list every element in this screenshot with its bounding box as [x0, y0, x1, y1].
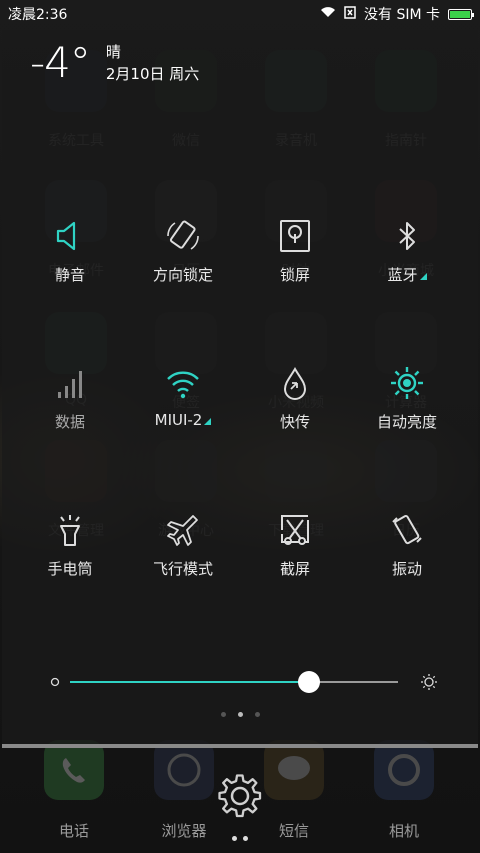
toggle-label: MIUI-2	[154, 411, 203, 429]
status-time: 凌晨2:36	[8, 7, 68, 23]
lock-screen-icon	[280, 220, 310, 252]
toggle-label: 自动亮度	[376, 413, 437, 431]
battery-icon	[448, 8, 474, 20]
toggle-label: 锁屏	[279, 266, 310, 284]
vibrate-icon	[392, 514, 422, 545]
weather-condition: 晴	[105, 42, 121, 61]
toggle-label: 静音	[54, 266, 85, 284]
toggle-mobile-data[interactable]: 数据	[15, 365, 125, 432]
auto-brightness-icon	[391, 367, 423, 399]
toggle-label: 振动	[391, 560, 422, 578]
toggle-quick-transfer[interactable]: 快传	[240, 365, 350, 432]
brightness-thumb[interactable]	[298, 671, 321, 693]
more-options-icon	[204, 418, 212, 425]
browser-icon	[154, 740, 214, 800]
quick-transfer-icon	[283, 367, 307, 400]
panel-page-indicator	[0, 702, 480, 721]
page-dot	[243, 836, 248, 841]
rotation-lock-icon	[167, 220, 199, 250]
toggle-label: 飞行模式	[152, 560, 213, 578]
page-dot	[220, 712, 226, 717]
toggle-label: 手电筒	[47, 560, 93, 578]
flashlight-icon	[60, 515, 80, 546]
toggle-bluetooth[interactable]: 蓝牙	[352, 218, 462, 285]
speaker-mute-icon	[56, 221, 76, 251]
toggle-flashlight[interactable]: 手电筒	[15, 512, 125, 579]
page-dot	[232, 836, 237, 841]
toggle-label: 快传	[279, 413, 310, 431]
phone-icon	[44, 740, 104, 800]
weather-date: 2月10日 周六	[105, 64, 200, 83]
toggle-label: 数据	[54, 413, 85, 431]
sms-icon	[264, 740, 324, 800]
brightness-slider[interactable]	[48, 670, 438, 694]
toggle-mute[interactable]: 静音	[15, 218, 125, 285]
brightness-high-icon	[421, 674, 437, 690]
toggle-wifi[interactable]: MIUI-2	[128, 365, 238, 429]
status-bar: 凌晨2:36 没有 SIM 卡	[0, 0, 480, 28]
wifi-icon	[167, 371, 199, 399]
toggle-auto-brightness[interactable]: 自动亮度	[352, 365, 462, 432]
settings-button[interactable]	[214, 770, 266, 826]
signal-bars-icon	[58, 371, 82, 398]
brightness-track[interactable]	[70, 681, 398, 683]
more-options-icon	[419, 273, 427, 280]
toggle-rotation-lock[interactable]: 方向锁定	[128, 218, 238, 285]
toggle-vibrate[interactable]: 振动	[352, 512, 462, 579]
home-page-indicator	[0, 826, 480, 845]
gear-icon	[218, 774, 262, 818]
toggle-screenshot[interactable]: 截屏	[240, 512, 350, 579]
weather-widget[interactable]: -4° 晴 2月10日 周六	[30, 38, 199, 87]
toggle-label: 蓝牙	[387, 266, 418, 284]
toggle-label: 截屏	[279, 560, 310, 578]
brightness-low-icon	[50, 677, 60, 687]
no-sim-icon	[344, 5, 356, 23]
bluetooth-icon	[399, 222, 415, 250]
page-dot	[237, 712, 243, 717]
airplane-icon	[167, 515, 198, 546]
toggle-airplane-mode[interactable]: 飞行模式	[128, 512, 238, 579]
page-dot	[254, 712, 260, 717]
toggle-lock-screen[interactable]: 锁屏	[240, 218, 350, 285]
carrier-text: 没有 SIM 卡	[364, 7, 440, 23]
wifi-status-icon	[320, 6, 336, 22]
toggle-label: 方向锁定	[152, 266, 213, 284]
camera-icon	[374, 740, 434, 800]
weather-temperature: -4°	[30, 38, 91, 87]
brightness-fill	[70, 681, 310, 683]
screenshot-icon	[281, 515, 309, 545]
